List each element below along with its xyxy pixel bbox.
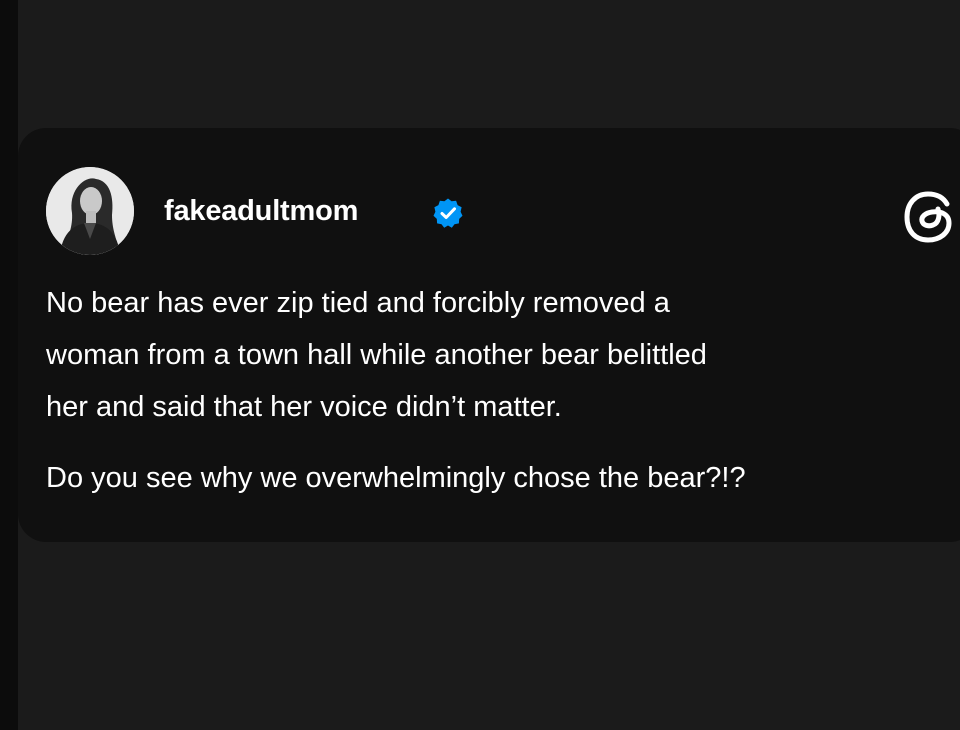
threads-logo-glyph-icon — [898, 190, 960, 244]
threads-logo-icon[interactable] — [898, 190, 960, 244]
profile-photo-icon — [46, 167, 134, 255]
verified-badge-icon — [432, 197, 464, 229]
post-question-text: Do you see why we overwhelmingly chose t… — [46, 452, 746, 504]
post-body-line: woman from a town hall while another bea… — [46, 329, 951, 381]
post-body: No bear has ever zip tied and forcibly r… — [46, 277, 951, 433]
post-body-line: No bear has ever zip tied and forcibly r… — [46, 277, 951, 329]
left-edge-strip — [0, 0, 18, 730]
post-body-line: her and said that her voice didn’t matte… — [46, 381, 951, 433]
author-username[interactable]: fakeadultmom — [164, 193, 358, 229]
avatar[interactable] — [46, 167, 134, 255]
